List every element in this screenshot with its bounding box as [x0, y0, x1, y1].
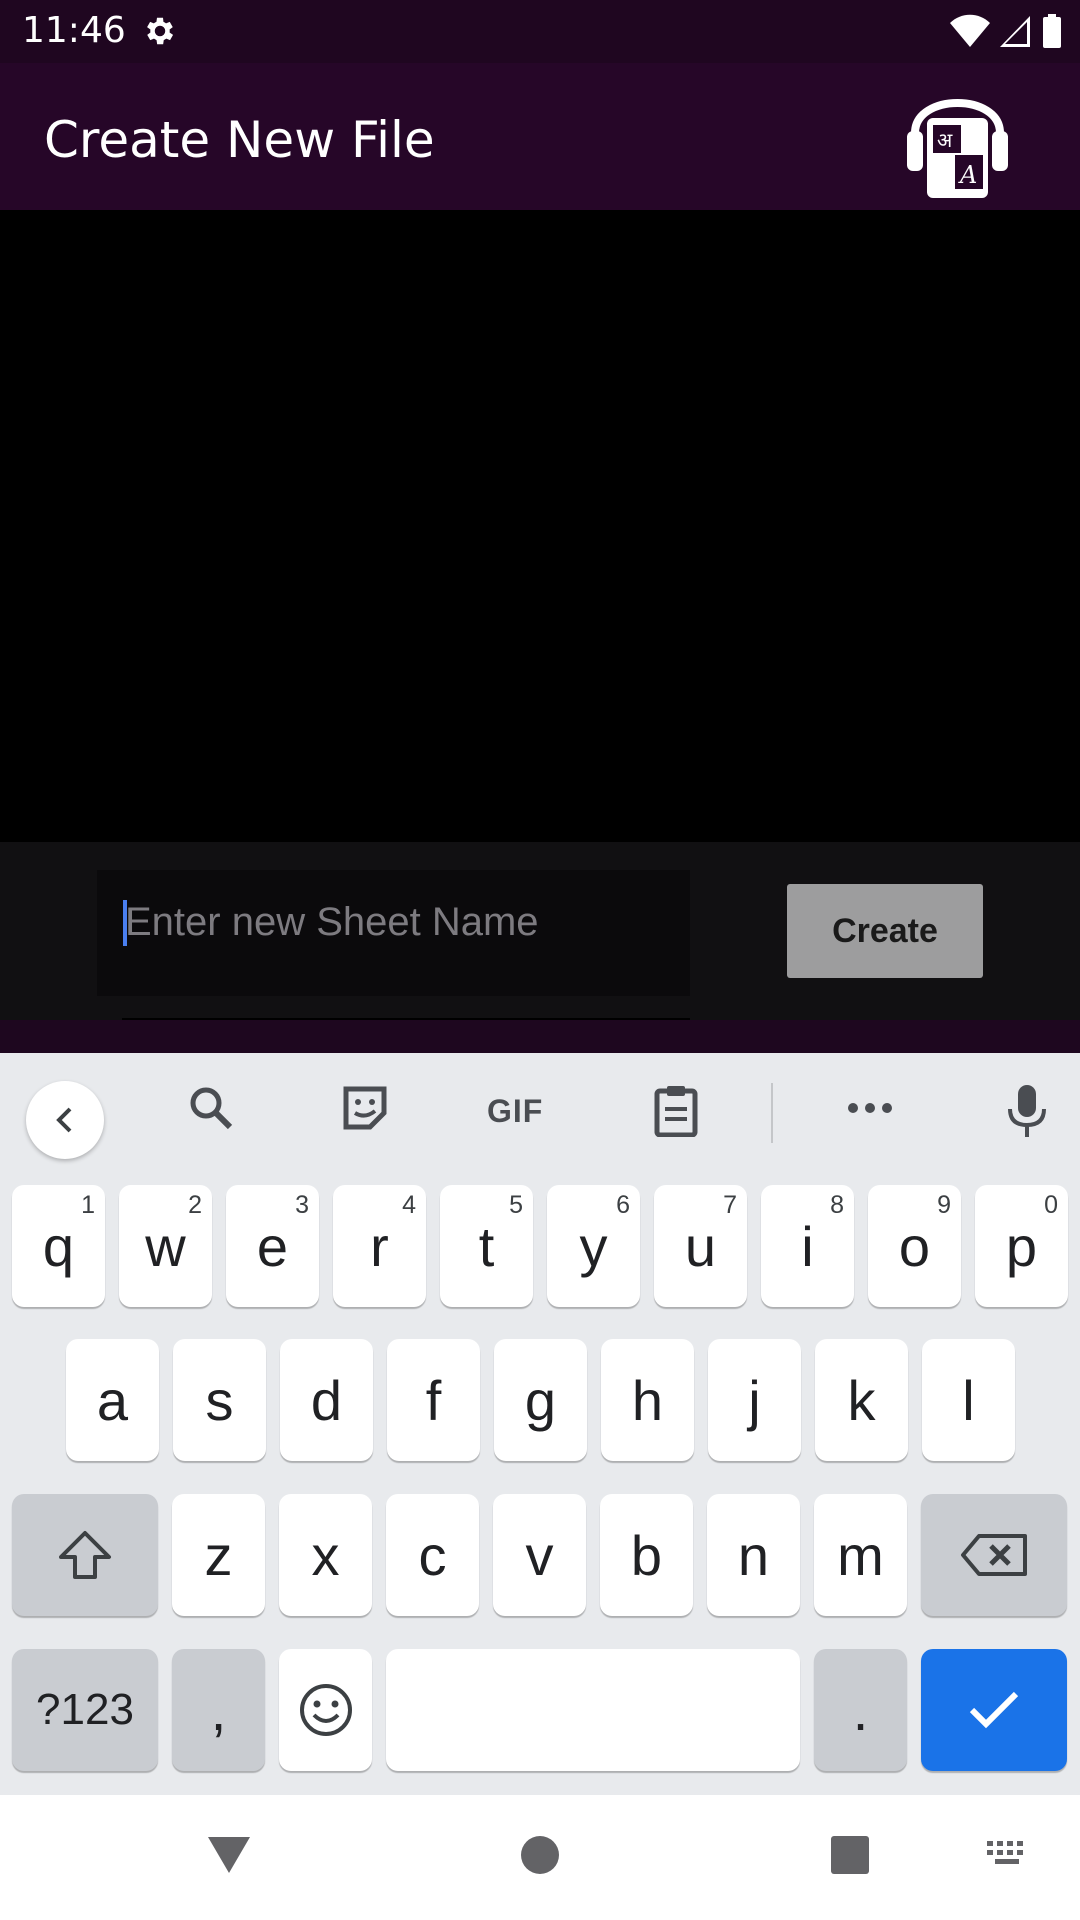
- svg-text:अ: अ: [937, 128, 953, 152]
- key-i[interactable]: i8: [761, 1185, 854, 1307]
- key-t[interactable]: t5: [440, 1185, 533, 1307]
- content-area: [0, 210, 1080, 842]
- svg-text:A: A: [958, 161, 977, 189]
- keyboard-switch-icon[interactable]: [985, 1839, 1029, 1869]
- key-label: e: [256, 1214, 289, 1278]
- recents-square-icon[interactable]: [830, 1835, 870, 1875]
- bottom-panel: Create: [0, 842, 1080, 1022]
- key-y[interactable]: y6: [547, 1185, 640, 1307]
- wifi-icon: [950, 14, 990, 53]
- key-j[interactable]: j: [708, 1339, 801, 1461]
- key-k[interactable]: k: [815, 1339, 908, 1461]
- key-label: w: [145, 1214, 186, 1278]
- backspace-key[interactable]: [921, 1494, 1067, 1616]
- key-s[interactable]: s: [173, 1339, 266, 1461]
- keyboard-toolbar: GIF: [0, 1053, 1080, 1173]
- shift-key[interactable]: [12, 1494, 158, 1616]
- battery-icon: [1042, 14, 1062, 53]
- key-label: o: [898, 1214, 931, 1278]
- key-u[interactable]: u7: [654, 1185, 747, 1307]
- soft-keyboard: GIF q1w2e3r4t5y6u7i8o9p0 asdfghjkl zxcvb…: [0, 1053, 1080, 1795]
- key-x[interactable]: x: [279, 1494, 372, 1616]
- key-hint: 0: [1044, 1191, 1058, 1219]
- key-hint: 8: [830, 1191, 844, 1219]
- key-c[interactable]: c: [386, 1494, 479, 1616]
- key-h[interactable]: h: [601, 1339, 694, 1461]
- page-title: Create New File: [44, 111, 435, 169]
- navigation-bar: [0, 1795, 1080, 1920]
- key-label: u: [684, 1214, 717, 1278]
- key-label: t: [478, 1214, 495, 1278]
- key-label: i: [801, 1214, 814, 1278]
- comma-key[interactable]: ,: [172, 1649, 265, 1771]
- signal-icon: [1000, 14, 1032, 53]
- key-e[interactable]: e3: [226, 1185, 319, 1307]
- key-m[interactable]: m: [814, 1494, 907, 1616]
- shift-icon: [59, 1531, 111, 1579]
- key-a[interactable]: a: [66, 1339, 159, 1461]
- more-icon[interactable]: [845, 1083, 895, 1133]
- key-w[interactable]: w2: [119, 1185, 212, 1307]
- key-v[interactable]: v: [493, 1494, 586, 1616]
- status-time: 11:46: [22, 10, 126, 51]
- divider-strip: [0, 1020, 1080, 1053]
- key-d[interactable]: d: [280, 1339, 373, 1461]
- checkmark-icon: [969, 1691, 1019, 1729]
- app-bar: Create New File अ A: [0, 63, 1080, 210]
- key-r[interactable]: r4: [333, 1185, 426, 1307]
- period-key[interactable]: .: [814, 1649, 907, 1771]
- enter-key[interactable]: [921, 1649, 1067, 1771]
- sheet-name-input[interactable]: [122, 890, 690, 954]
- search-icon[interactable]: [186, 1083, 236, 1133]
- gif-button[interactable]: GIF: [487, 1093, 543, 1130]
- sheet-name-container: [97, 870, 690, 1022]
- status-bar: 11:46: [0, 0, 1080, 63]
- key-p[interactable]: p0: [975, 1185, 1068, 1307]
- key-l[interactable]: l: [922, 1339, 1015, 1461]
- headphones-translate-logo: अ A: [905, 73, 1010, 201]
- symbols-key[interactable]: ?123: [12, 1649, 158, 1771]
- key-label: q: [42, 1214, 75, 1278]
- key-z[interactable]: z: [172, 1494, 265, 1616]
- backspace-icon: [961, 1534, 1027, 1576]
- key-hint: 1: [81, 1191, 95, 1219]
- create-button[interactable]: Create: [787, 884, 983, 978]
- key-hint: 9: [937, 1191, 951, 1219]
- key-hint: 6: [616, 1191, 630, 1219]
- sticker-icon[interactable]: [340, 1083, 390, 1133]
- key-hint: 2: [188, 1191, 202, 1219]
- key-g[interactable]: g: [494, 1339, 587, 1461]
- key-o[interactable]: o9: [868, 1185, 961, 1307]
- key-f[interactable]: f: [387, 1339, 480, 1461]
- key-label: r: [370, 1214, 389, 1278]
- key-hint: 5: [509, 1191, 523, 1219]
- key-hint: 4: [402, 1191, 416, 1219]
- key-n[interactable]: n: [707, 1494, 800, 1616]
- key-b[interactable]: b: [600, 1494, 693, 1616]
- clipboard-icon[interactable]: [653, 1083, 699, 1137]
- text-cursor: [123, 900, 127, 946]
- back-triangle-icon[interactable]: [206, 1835, 252, 1875]
- emoji-icon: [299, 1684, 352, 1736]
- gear-icon: [142, 13, 178, 54]
- key-label: p: [1005, 1214, 1038, 1278]
- key-hint: 3: [295, 1191, 309, 1219]
- toolbar-divider: [771, 1083, 773, 1143]
- key-hint: 7: [723, 1191, 737, 1219]
- back-icon[interactable]: [26, 1081, 104, 1159]
- space-key[interactable]: [386, 1649, 800, 1771]
- key-label: y: [579, 1214, 608, 1278]
- key-q[interactable]: q1: [12, 1185, 105, 1307]
- emoji-key[interactable]: [279, 1649, 372, 1771]
- home-circle-icon[interactable]: [520, 1835, 560, 1875]
- mic-icon[interactable]: [1005, 1083, 1049, 1139]
